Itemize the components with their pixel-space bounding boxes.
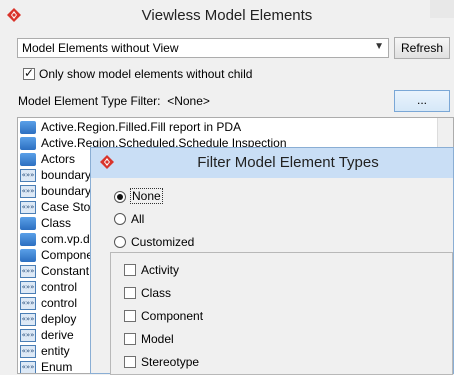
type-checkbox-stereotype[interactable] <box>124 356 136 368</box>
radio-all-label: All <box>131 212 145 226</box>
stereotype-icon: «»» <box>20 281 36 294</box>
list-item-label: boundary <box>41 168 92 182</box>
stereotype-icon: «»» <box>20 329 36 342</box>
type-checkbox-panel: Activity Class Component Model Stereotyp… <box>110 252 453 375</box>
type-filter-button[interactable]: ... <box>394 90 450 112</box>
class-icon <box>20 249 36 262</box>
list-item-label: control <box>41 296 78 310</box>
list-item-label: Actors <box>41 152 76 166</box>
radio-none[interactable] <box>114 191 126 203</box>
app-logo-icon <box>100 155 114 169</box>
list-item-label: Active.Region.Filled.Fill report in PDA <box>41 120 242 134</box>
stereotype-icon: «»» <box>20 201 36 214</box>
view-filter-value: Model Elements without View <box>22 41 179 55</box>
list-item-label: Constant <box>41 264 90 278</box>
type-filter-value: <None> <box>167 94 210 108</box>
type-label-component: Component <box>141 309 204 323</box>
stereotype-icon: «»» <box>20 169 36 182</box>
refresh-button[interactable]: Refresh <box>394 37 450 59</box>
stereotype-icon: «»» <box>20 297 36 310</box>
radio-customized-label: Customized <box>131 235 195 249</box>
class-icon <box>20 217 36 230</box>
stereotype-icon: «»» <box>20 185 36 198</box>
list-item-label: deploy <box>41 312 77 326</box>
stereotype-icon: «»» <box>20 265 36 278</box>
list-item-label: Enum <box>41 360 73 374</box>
filter-dialog: Filter Model Element Types None All Cust… <box>90 147 454 375</box>
type-label-activity: Activity <box>141 263 180 277</box>
type-label-model: Model <box>141 332 174 346</box>
type-filter-label: Model Element Type Filter: <None> <box>18 94 210 108</box>
type-label-class: Class <box>141 286 172 300</box>
activity-icon <box>20 137 36 150</box>
actor-icon <box>20 153 36 166</box>
list-item-label: Class <box>41 216 72 230</box>
stereotype-icon: «»» <box>20 361 36 373</box>
activity-icon <box>20 121 36 134</box>
list-item-label: derive <box>41 328 74 342</box>
only-without-child-label: Only show model elements without child <box>39 67 253 81</box>
window-title: Viewless Model Elements <box>141 7 313 24</box>
radio-none-label: None <box>130 188 163 204</box>
stereotype-icon: «»» <box>20 345 36 358</box>
stereotype-icon: «»» <box>20 313 36 326</box>
view-filter-select[interactable]: Model Elements without View ▼ <box>17 38 389 58</box>
type-checkbox-class[interactable] <box>124 287 136 299</box>
class-icon <box>20 233 36 246</box>
list-item-label: control <box>41 280 78 294</box>
type-label-stereotype: Stereotype <box>141 355 200 369</box>
list-item-label: com.vp.de <box>41 232 97 246</box>
only-without-child-checkbox[interactable] <box>23 66 35 80</box>
radio-customized[interactable] <box>114 236 126 248</box>
dialog-title: Filter Model Element Types <box>197 154 379 171</box>
type-checkbox-activity[interactable] <box>124 264 136 276</box>
list-item-label: entity <box>41 344 70 358</box>
type-checkbox-component[interactable] <box>124 310 136 322</box>
list-item-label: boundary <box>41 184 92 198</box>
chevron-down-icon: ▼ <box>374 41 384 52</box>
window-close-button[interactable] <box>430 0 454 18</box>
radio-all[interactable] <box>114 213 126 225</box>
type-checkbox-model[interactable] <box>124 333 136 345</box>
